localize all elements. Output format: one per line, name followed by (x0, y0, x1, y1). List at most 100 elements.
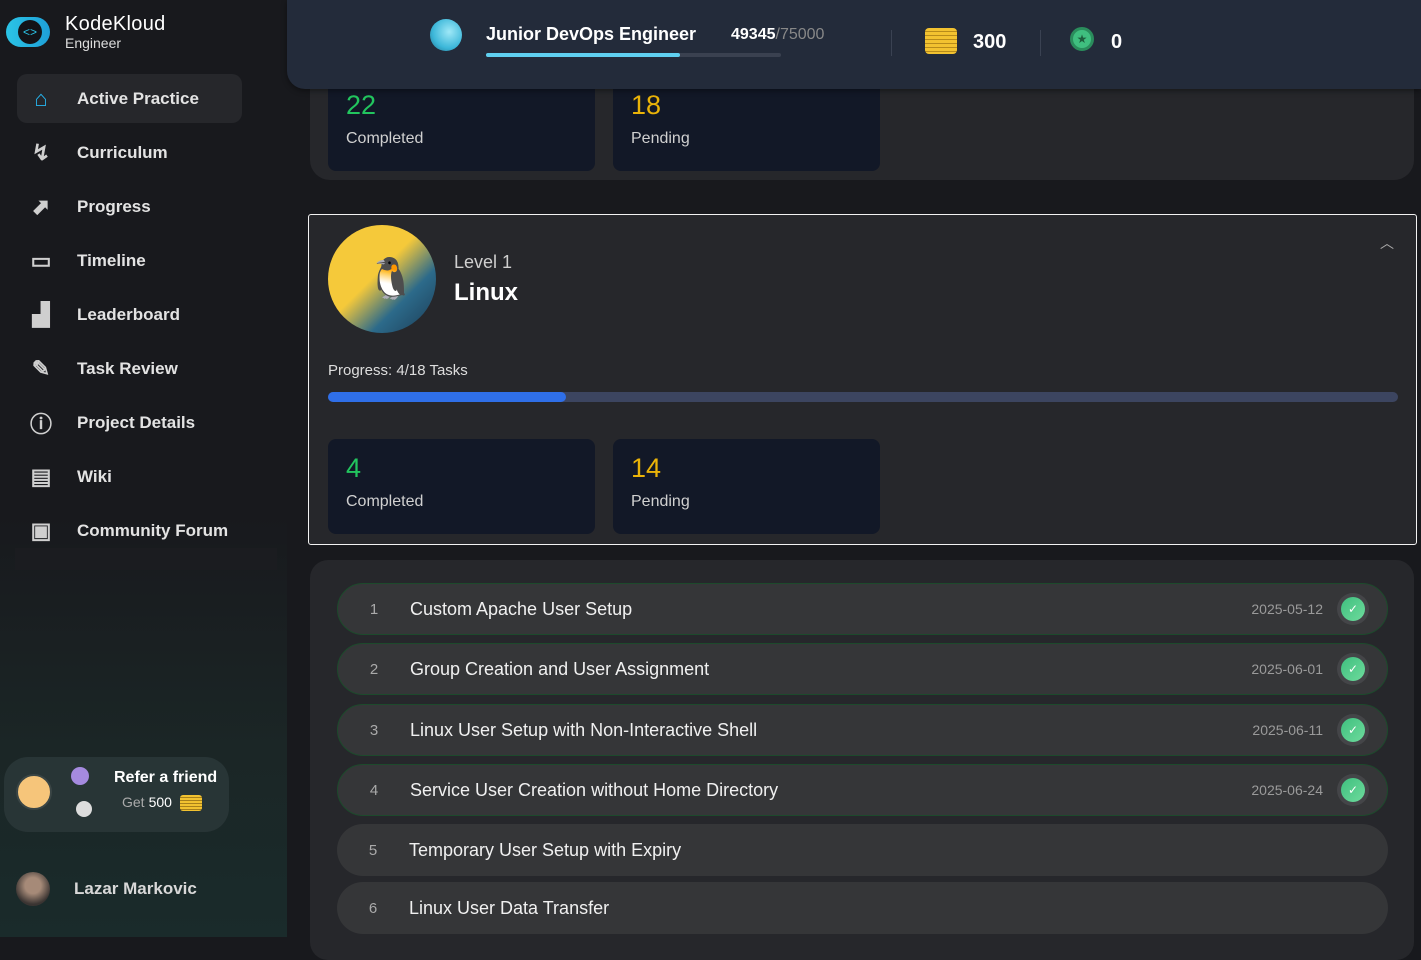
task-number: 5 (368, 841, 378, 859)
nav-item-curriculum[interactable]: ↯ Curriculum (17, 128, 242, 177)
refer-get: Get (122, 794, 145, 810)
pending-stat: 18 Pending (613, 76, 880, 171)
refer-a-friend-card[interactable]: Refer a friend Get 500 (4, 757, 229, 832)
task-date: 2025-06-01 (1251, 661, 1323, 677)
nav-label: Timeline (77, 250, 146, 270)
task-date: 2025-06-24 (1251, 782, 1323, 798)
linux-course-image: 🐧 (328, 225, 436, 333)
task-number: 2 (369, 660, 379, 678)
badges-count: 0 (1111, 31, 1123, 53)
task-row[interactable]: 6 Linux User Data Transfer (337, 882, 1388, 934)
chevron-up-icon[interactable]: ︿ (1380, 233, 1394, 253)
user-profile[interactable]: Lazar Markovic (16, 872, 197, 906)
completed-count: 22 (346, 90, 377, 120)
chat-icon: ▣ (30, 517, 52, 543)
task-list: 1 Custom Apache User Setup 2025-05-12 ✓ 2 Gro… (310, 560, 1414, 960)
nav-label: Progress (77, 196, 151, 216)
nav-label: Task Review (77, 358, 178, 378)
coins-icon (179, 795, 202, 812)
xp-progress-fill (486, 53, 681, 57)
avatar (76, 801, 92, 817)
course-level: Level 1 (454, 252, 513, 272)
nav-item-task-review[interactable]: ✎ Task Review (17, 344, 242, 393)
completed-stat: 22 Completed (328, 76, 595, 171)
book-icon: ▤ (30, 463, 52, 489)
coins-icon (925, 28, 957, 54)
logo[interactable]: <> KodeKloud Engineer (6, 14, 166, 50)
task-number: 3 (369, 721, 379, 739)
nav-item-wiki[interactable]: ▤ Wiki (17, 452, 242, 501)
course-progress-bar (328, 392, 1398, 402)
completed-stat: 4 Completed (328, 439, 595, 534)
rank-title: Junior DevOps Engineer (486, 24, 697, 44)
chart-icon: ⬈ (31, 193, 51, 219)
nav-item-project-details[interactable]: ⓘ Project Details (17, 398, 242, 447)
nav-label: Wiki (77, 466, 112, 486)
task-row[interactable]: 2 Group Creation and User Assignment 2025-… (337, 643, 1388, 695)
review-icon: ✎ (31, 355, 51, 381)
task-row[interactable]: 1 Custom Apache User Setup 2025-05-12 ✓ (337, 583, 1388, 635)
task-date: 2025-05-12 (1251, 601, 1323, 617)
coins-count: 300 (973, 31, 1007, 53)
nav-label: Curriculum (77, 142, 168, 162)
check-icon: ✓ (1337, 593, 1369, 625)
divider (891, 30, 892, 56)
task-title: Service User Creation without Home Direc… (410, 779, 779, 800)
completed-label: Completed (346, 493, 424, 510)
course-card-linux[interactable]: 🐧 Level 1 Linux ︿ Progress: 4/18 Tasks 4… (308, 214, 1417, 545)
nav-label: Community Forum (77, 520, 229, 540)
task-number: 4 (369, 781, 379, 799)
xp-total: /75000 (775, 26, 825, 43)
task-row[interactable]: 4 Service User Creation without Home Dire… (337, 764, 1388, 816)
nav-item-progress[interactable]: ⬈ Progress (17, 182, 242, 231)
nav-item-active-practice[interactable]: ⌂ Active Practice (17, 74, 242, 123)
refer-amount: 500 (148, 794, 172, 810)
pending-stat: 14 Pending (613, 439, 880, 534)
calendar-icon: ▭ (30, 247, 52, 273)
divider (1040, 30, 1041, 56)
divider (15, 548, 277, 570)
nav-item-leaderboard[interactable]: ▟ Leaderboard (17, 290, 242, 339)
pending-count: 14 (631, 453, 662, 483)
nav-label: Active Practice (77, 88, 199, 108)
avatar (71, 767, 89, 785)
task-date: 2025-06-11 (1252, 722, 1323, 738)
nav-label: Project Details (77, 412, 196, 432)
sidebar: <> KodeKloud Engineer ⌂ Active Practice ↯ C… (0, 0, 287, 937)
info-icon: ⓘ (29, 411, 52, 437)
task-row[interactable]: 3 Linux User Setup with Non-Interactive S… (337, 704, 1388, 756)
refer-title: Refer a friend (114, 769, 218, 786)
brand-name: KodeKloud (65, 13, 166, 35)
podium-icon: ▟ (32, 301, 50, 327)
task-number: 1 (369, 600, 379, 618)
pending-label: Pending (631, 130, 690, 147)
cloud-code-icon: <> (6, 17, 50, 47)
home-icon: ⌂ (34, 85, 48, 111)
check-icon: ✓ (1337, 714, 1369, 746)
task-title: Group Creation and User Assignment (410, 658, 710, 679)
xp-progress-bar (486, 53, 781, 57)
xp-current: 49345 (731, 26, 776, 43)
user-avatar (16, 872, 50, 906)
task-number: 6 (368, 899, 378, 917)
course-name: Linux (454, 279, 518, 306)
pending-label: Pending (631, 493, 690, 510)
route-icon: ↯ (31, 139, 51, 165)
task-row[interactable]: 5 Temporary User Setup with Expiry (337, 824, 1388, 876)
task-title: Linux User Setup with Non-Interactive Sh… (410, 719, 758, 740)
nav-item-timeline[interactable]: ▭ Timeline (17, 236, 242, 285)
check-icon: ✓ (1337, 653, 1369, 685)
course-progress-fill (328, 392, 566, 402)
pending-count: 18 (631, 90, 662, 120)
task-title: Temporary User Setup with Expiry (409, 839, 682, 860)
completed-label: Completed (346, 130, 424, 147)
progress-label: Progress: 4/18 Tasks (328, 362, 468, 379)
user-name: Lazar Markovic (74, 879, 197, 898)
rank-orb-icon (430, 19, 462, 51)
task-title: Linux User Data Transfer (409, 897, 610, 918)
xp-value: 49345/75000 (731, 26, 824, 44)
brand-sub: Engineer (65, 35, 122, 51)
nav-label: Leaderboard (77, 304, 180, 324)
task-title: Custom Apache User Setup (410, 598, 633, 619)
badge-icon: ★ (1070, 27, 1094, 51)
